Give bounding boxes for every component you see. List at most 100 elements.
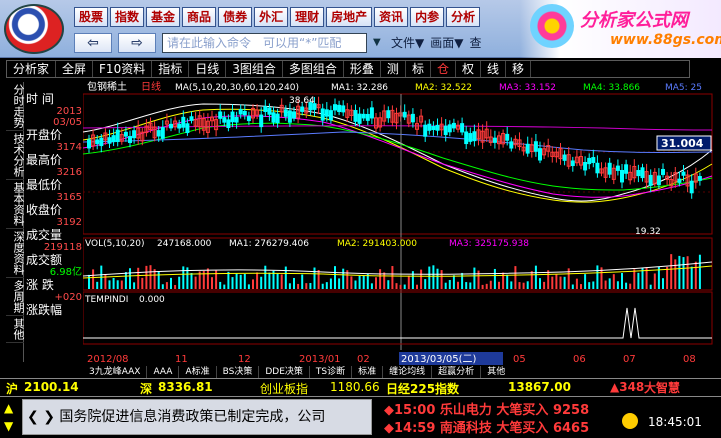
menu-commodity[interactable]: 商品 — [182, 7, 217, 27]
candle — [656, 175, 661, 186]
candle — [156, 130, 161, 137]
candle — [259, 114, 264, 128]
forward-button[interactable]: ⇨ — [118, 33, 156, 53]
vtab-deep[interactable]: 深度资料 — [6, 229, 25, 278]
candle — [451, 122, 456, 129]
tb-line[interactable]: 线 — [481, 61, 506, 77]
ind-tab-dde[interactable]: DDE决策 — [259, 366, 310, 378]
ind-tab-standard[interactable]: 标准 — [352, 366, 384, 378]
info-volume-label: 成交量 — [26, 228, 63, 242]
ind-tab-other[interactable]: 其他 — [481, 366, 511, 378]
vtab-multiperiod[interactable]: 多周期 — [6, 278, 25, 316]
file-menu[interactable]: 文件▼ — [391, 33, 424, 53]
tb-position[interactable]: 仓 — [431, 61, 456, 77]
candle — [185, 123, 190, 134]
vol-def: VOL(5,10,20) — [85, 239, 144, 249]
tb-move[interactable]: 移 — [506, 61, 532, 77]
tb-measure[interactable]: 测 — [381, 61, 406, 77]
tb-indicator[interactable]: 指标 — [152, 61, 190, 77]
candle — [115, 129, 120, 143]
candle — [181, 116, 186, 128]
chart-area[interactable]: 包钢稀土 日线 MA(5,10,20,30,60,120,240) MA1: 3… — [83, 80, 713, 370]
vtab-other[interactable]: 其他 — [6, 316, 25, 343]
tb-mark[interactable]: 标 — [406, 61, 431, 77]
menu-fund[interactable]: 基金 — [146, 7, 181, 27]
candle — [132, 130, 137, 139]
picture-menu[interactable]: 画面▼ — [430, 33, 463, 53]
board-label: 创业板指 — [260, 382, 309, 396]
candle — [587, 157, 592, 165]
candle — [509, 141, 514, 149]
candle — [386, 110, 391, 119]
candle — [410, 113, 415, 123]
expand-icon[interactable]: ▲ — [4, 401, 13, 415]
command-input[interactable]: 请在此输入命令 可以用“*”匹配 — [162, 33, 367, 53]
menu-index[interactable]: 指数 — [110, 7, 145, 27]
board-value: 1180.66 — [330, 380, 380, 394]
candle — [222, 117, 227, 123]
high-label: 38.64 — [289, 96, 315, 106]
ind-tab-super[interactable]: 超赢分析 — [432, 366, 482, 378]
news-next-icon[interactable]: ❯ — [43, 409, 55, 425]
menu-analysis[interactable]: 分析 — [446, 7, 481, 27]
info-date-md: 03/05 — [53, 117, 82, 128]
ind-tab-aaa[interactable]: AAA — [147, 366, 180, 378]
chart-ma-def: MA(5,10,20,30,60,120,240) — [175, 83, 299, 93]
news-ticker[interactable]: ❮ ❯ 国务院促进信息消费政策已制定完成，公司 — [22, 399, 372, 435]
tb-daily[interactable]: 日线 — [189, 61, 227, 77]
date-axis-label: 02 — [357, 354, 370, 365]
kline-chart[interactable]: 包钢稀土 日线 MA(5,10,20,30,60,120,240) MA1: 3… — [83, 80, 713, 370]
alert-item[interactable]: ◆14:59 南通科技 大笔买入 6465 — [384, 417, 589, 436]
ind-tab-bs[interactable]: BS决策 — [217, 366, 260, 378]
nav-row: ⇦ ⇨ 请在此输入命令 可以用“*”匹配 ▼ 文件▼ 画面▼ 查 — [74, 33, 481, 53]
tb-f10[interactable]: F10资料 — [93, 61, 153, 77]
candle — [292, 111, 296, 119]
ind-tab-jiulong[interactable]: 3九龙峰AAX — [83, 366, 148, 378]
date-axis: 2012/08 11 12 2013/01 02 2013/03/05(二) 05 06 07 0… — [87, 352, 696, 365]
ind-tab-ts[interactable]: TS诊断 — [310, 366, 353, 378]
menu-stocks[interactable]: 股票 — [74, 7, 109, 27]
tb-analyst[interactable]: 分析家 — [7, 61, 57, 77]
vtab-intraday[interactable]: 分时走势 — [6, 82, 25, 131]
menu-news[interactable]: 资讯 — [374, 7, 409, 27]
search-menu[interactable]: 查 — [469, 33, 481, 53]
candle — [697, 176, 702, 181]
sz-value: 8336.81 — [158, 380, 213, 394]
date-axis-label: 2013/01 — [299, 354, 341, 365]
candle — [177, 123, 182, 129]
tb-multichart[interactable]: 多图组合 — [283, 61, 344, 77]
menu-insider[interactable]: 内参 — [410, 7, 445, 27]
nikkei-change: ▲348 — [610, 380, 645, 394]
command-dropdown-icon[interactable]: ▼ — [373, 33, 385, 53]
volume-bars-group — [88, 254, 701, 289]
candle — [320, 108, 325, 121]
candle — [689, 180, 694, 194]
candle — [369, 107, 374, 119]
menu-bond[interactable]: 债券 — [218, 7, 253, 27]
news-prev-icon[interactable]: ❮ — [27, 409, 39, 425]
tb-fullscreen[interactable]: 全屏 — [56, 61, 94, 77]
candle — [99, 137, 104, 147]
vtab-technical[interactable]: 技术分析 — [6, 131, 25, 180]
menu-realestate[interactable]: 房地产 — [326, 7, 373, 27]
date-axis-label: 2013/03/05(二) — [401, 354, 477, 365]
tb-3chart[interactable]: 3图组合 — [226, 61, 283, 77]
candle — [361, 113, 366, 119]
menu-finance[interactable]: 理财 — [290, 7, 325, 27]
candle — [492, 137, 497, 143]
vtab-basic[interactable]: 基本资料 — [6, 180, 25, 229]
settings-gear-icon[interactable] — [622, 413, 638, 429]
tb-overlay[interactable]: 形叠 — [344, 61, 381, 77]
menu-forex[interactable]: 外汇 — [254, 7, 289, 27]
ind-tab-chan[interactable]: 缠论均线 — [383, 366, 433, 378]
candle — [677, 178, 682, 183]
candle — [287, 110, 292, 123]
info-change-label: 涨 跌 — [26, 278, 54, 292]
back-button[interactable]: ⇦ — [74, 33, 112, 53]
ind-tab-a-standard[interactable]: A标准 — [179, 366, 217, 378]
collapse-icon[interactable]: ▼ — [4, 419, 13, 433]
alert-item[interactable]: ◆15:00 乐山电力 大笔买入 9258 — [384, 399, 589, 418]
chart-ma3: MA3: 33.152 — [499, 83, 556, 93]
candle — [640, 167, 645, 179]
tb-rights[interactable]: 权 — [456, 61, 481, 77]
